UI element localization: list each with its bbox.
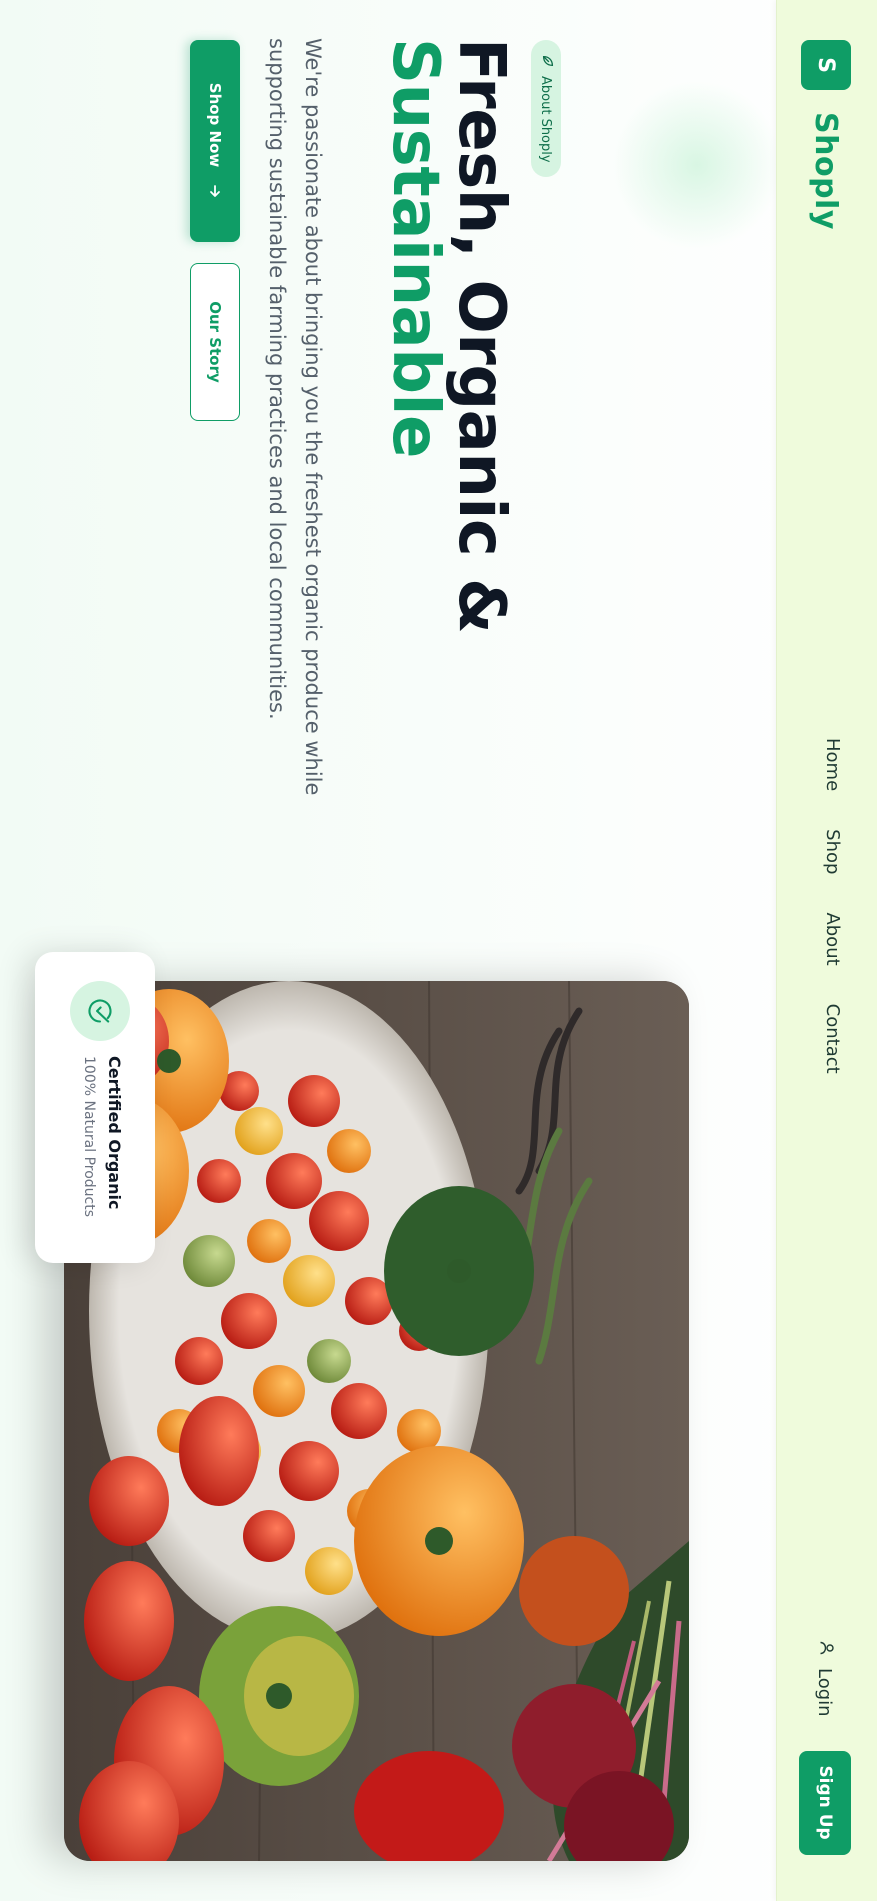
nav-link-about[interactable]: About <box>822 912 843 965</box>
certified-organic-card: Certified Organic 100% Natural Products <box>35 952 155 1263</box>
hero-description: We're passionate about bringing you the … <box>265 38 325 796</box>
user-icon <box>815 1640 836 1668</box>
nav-actions: Login Sign Up <box>799 1640 851 1855</box>
check-circle-icon <box>70 981 130 1041</box>
card-title: Certified Organic <box>105 1056 124 1210</box>
signup-button[interactable]: Sign Up <box>799 1750 851 1855</box>
shop-now-button[interactable]: Shop Now <box>190 40 240 242</box>
produce-image <box>64 981 689 1861</box>
nav-link-contact[interactable]: Contact <box>822 1004 843 1074</box>
about-badge: About Shoply <box>531 40 561 177</box>
background-glow <box>612 80 782 250</box>
login-label: Login <box>814 1668 836 1717</box>
brand-logo[interactable]: S Shoply <box>801 40 851 230</box>
leaf-icon <box>537 54 555 76</box>
login-link[interactable]: Login <box>815 1640 836 1717</box>
logo-mark: S <box>801 40 851 90</box>
brand-name: Shoply <box>808 112 844 230</box>
nav-link-shop[interactable]: Shop <box>822 829 843 874</box>
headline-line-1: Fresh, Organic & <box>444 38 518 634</box>
nav-links: Home Shop About Contact <box>822 738 843 1112</box>
hero-headline: Fresh, Organic & Sustainable <box>378 38 518 634</box>
shop-now-label: Shop Now <box>206 82 224 168</box>
badge-label: About Shoply <box>538 76 554 163</box>
arrow-right-icon <box>207 183 223 199</box>
card-subtitle: 100% Natural Products <box>81 1056 97 1218</box>
top-navbar: S Shoply Home Shop About Contact Login S… <box>776 0 877 1901</box>
page-stage: S Shoply Home Shop About Contact Login S… <box>0 0 877 1901</box>
nav-link-home[interactable]: Home <box>822 738 843 791</box>
headline-line-2: Sustainable <box>378 38 452 458</box>
our-story-button[interactable]: Our Story <box>190 263 240 421</box>
